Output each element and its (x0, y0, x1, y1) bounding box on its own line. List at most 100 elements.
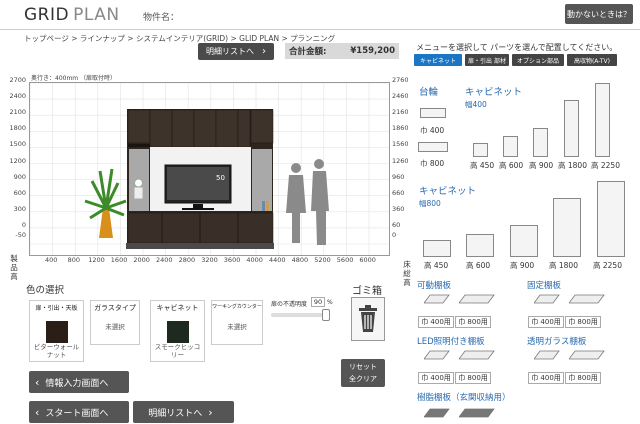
shelf-board-icon[interactable] (534, 294, 560, 306)
color-section-title: 色の選択 (26, 285, 65, 296)
y-tick-left: 2700 (9, 76, 26, 84)
detail-list-button-top[interactable]: 明細リストへ › (198, 43, 274, 60)
color-card-counter[interactable]: ワーキングカウンター 未選択 (211, 300, 263, 345)
cab800-h900[interactable] (510, 225, 538, 257)
color-card-door[interactable]: 扉・引出・天板 ビターウォール ナット (29, 300, 84, 362)
shelf-fixed-400[interactable]: 巾 400用 (528, 316, 564, 328)
planning-canvas[interactable]: 50 奥行き：400mm （扉取付時） (29, 82, 390, 256)
y-tick-right: 2160 (392, 108, 409, 117)
shelf-board-icon[interactable] (459, 350, 495, 362)
app-logo: GRID PLAN (24, 5, 120, 25)
y-tick-right: 2460 (392, 92, 409, 101)
base-800-item[interactable] (418, 142, 448, 152)
tab-door-drawer[interactable]: 扉・引出 部材 (465, 54, 509, 66)
shelf-board-icon[interactable] (424, 350, 450, 362)
x-tick: 1200 (88, 256, 105, 264)
y-tick-right: 0 (392, 231, 397, 239)
depth-note-visible: 奥行き：400mm （扉取付時） (31, 75, 117, 82)
x-tick: 400 (45, 256, 58, 264)
base-400-caption: 巾 400 (420, 126, 445, 135)
x-tick: 6000 (359, 256, 376, 264)
shelf-board-icon[interactable] (459, 294, 495, 306)
cab400-h1800[interactable] (564, 100, 579, 157)
transparency-input[interactable]: 90 (311, 297, 325, 307)
reset-line2: 全クリア (349, 375, 377, 383)
shelf-glass-400[interactable]: 巾 400用 (528, 372, 564, 384)
shelf-board-icon[interactable] (534, 350, 560, 362)
shelf-led-400[interactable]: 巾 400用 (418, 372, 454, 384)
x-tick: 2800 (178, 256, 196, 264)
start-screen-label: スタート画面へ (45, 408, 109, 419)
color-card-cabinet[interactable]: キャビネット スモークヒッコ リー (150, 300, 205, 362)
catalog-cab400-subtitle: 幅400 (465, 100, 487, 109)
help-button[interactable]: 動かないときは？ (565, 4, 633, 24)
detail-list-bottom-label: 明細リストへ (148, 408, 203, 419)
cab800-h450[interactable] (423, 240, 451, 257)
shelf-board-icon[interactable] (569, 350, 605, 362)
y-tick-right: 1560 (392, 140, 409, 149)
y-tick-right: 2760 (392, 76, 409, 84)
shelf-movable-800[interactable]: 巾 800用 (455, 316, 491, 328)
cab800-h600[interactable] (466, 234, 494, 257)
y-tick-left: 600 (13, 188, 26, 197)
reset-button[interactable]: リセット 全クリア (341, 359, 385, 387)
cab400-h600[interactable] (503, 136, 518, 157)
shelf-glass-title: 透明ガラス棚板 (527, 337, 587, 347)
chevron-right-icon: › (262, 46, 266, 57)
y-tick-right: 60 (392, 220, 401, 229)
shelf-glass-800[interactable]: 巾 800用 (565, 372, 601, 384)
detail-list-button-bottom[interactable]: 明細リストへ › (133, 401, 234, 423)
cab800-caption-2250: 高 2250 (593, 261, 622, 270)
logo-plan: PLAN (73, 5, 120, 25)
shelf-movable-400[interactable]: 巾 400用 (418, 316, 454, 328)
tab-tall-storage[interactable]: 高収物(A-TV) (567, 54, 617, 66)
transparency-slider-handle[interactable] (322, 309, 330, 321)
color-card-glass-header: ガラスタイプ (94, 304, 136, 312)
shelf-board-icon[interactable] (424, 294, 450, 306)
x-tick: 5600 (336, 256, 354, 264)
vase (133, 178, 144, 200)
cab800-caption-900: 高 900 (510, 261, 535, 270)
x-tick: 3200 (201, 256, 218, 264)
cab800-h2250[interactable] (597, 181, 625, 257)
cab400-caption-2250: 高 2250 (591, 161, 620, 170)
tab-options[interactable]: オプション部品 (512, 54, 564, 66)
shelf-movable-title: 可動棚板 (417, 281, 452, 291)
cab800-caption-1800: 高 1800 (549, 261, 578, 270)
cab400-h900[interactable] (533, 128, 548, 157)
color-card-door-value: ビターウォール ナット (33, 343, 80, 359)
shelf-fixed-title: 固定棚板 (527, 281, 562, 291)
canvas-grid: 50 (30, 83, 389, 255)
transparency-slider[interactable] (271, 313, 329, 317)
color-card-counter-value: 未選択 (227, 323, 247, 331)
cab400-h450[interactable] (473, 143, 488, 157)
x-tick: 1600 (110, 256, 128, 264)
total-value: ¥159,200 (350, 46, 395, 56)
color-card-glass[interactable]: ガラスタイプ 未選択 (90, 300, 140, 345)
x-tick: 3600 (223, 256, 241, 264)
base-400-item[interactable] (420, 108, 446, 118)
cab800-h1800[interactable] (553, 198, 581, 257)
tv-size-label: 50 (216, 174, 225, 182)
catalog-cab800-subtitle: 幅800 (419, 199, 441, 208)
chevron-left-icon: ‹ (35, 375, 40, 389)
shelf-board-icon[interactable] (424, 408, 450, 420)
cab400-h2250[interactable] (595, 83, 610, 157)
shelf-led-800[interactable]: 巾 800用 (455, 372, 491, 384)
shelf-board-icon[interactable] (569, 294, 605, 306)
transparency-label: 扉の不透明度 (271, 301, 308, 308)
trash-bin[interactable] (351, 297, 385, 341)
y-tick-left: 0 (21, 220, 26, 229)
shelf-board-icon[interactable] (459, 408, 495, 420)
start-screen-button[interactable]: ‹ スタート画面へ (29, 401, 129, 423)
category-tabs: キャビネット 扉・引出 部材 オプション部品 高収物(A-TV) (414, 54, 617, 66)
human-silhouettes (286, 159, 329, 245)
chevron-left-icon: ‹ (35, 405, 40, 419)
y-tick-right: 660 (392, 188, 405, 197)
depth-note: 奥行き：400mm （扉取付時） (32, 83, 117, 84)
shelf-fixed-800[interactable]: 巾 800用 (565, 316, 601, 328)
info-input-button[interactable]: ‹ 情報入力画面へ (29, 371, 129, 393)
cab400-caption-600: 高 600 (499, 161, 524, 170)
transparency-unit: % (327, 299, 333, 306)
tab-cabinet[interactable]: キャビネット (414, 54, 462, 66)
